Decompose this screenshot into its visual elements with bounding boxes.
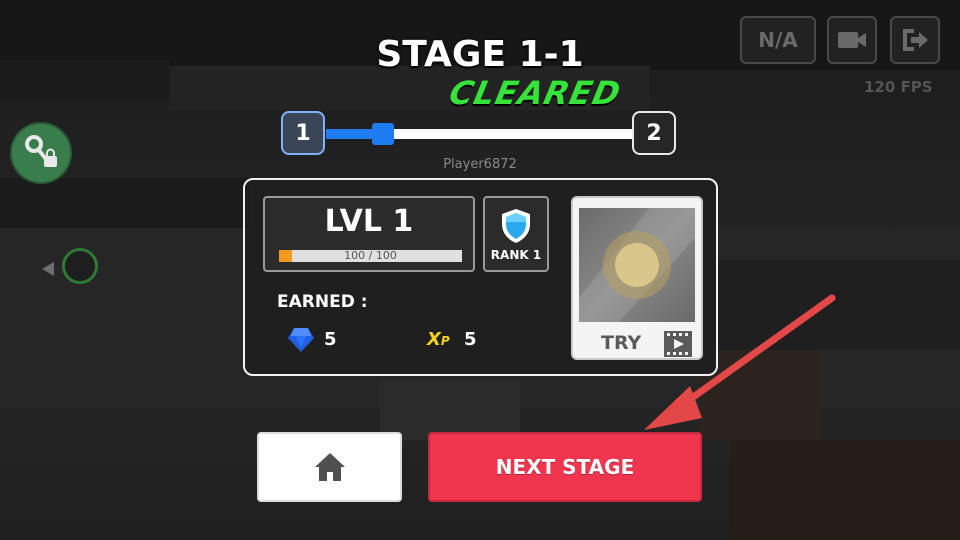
arrow-icon: [644, 294, 836, 430]
